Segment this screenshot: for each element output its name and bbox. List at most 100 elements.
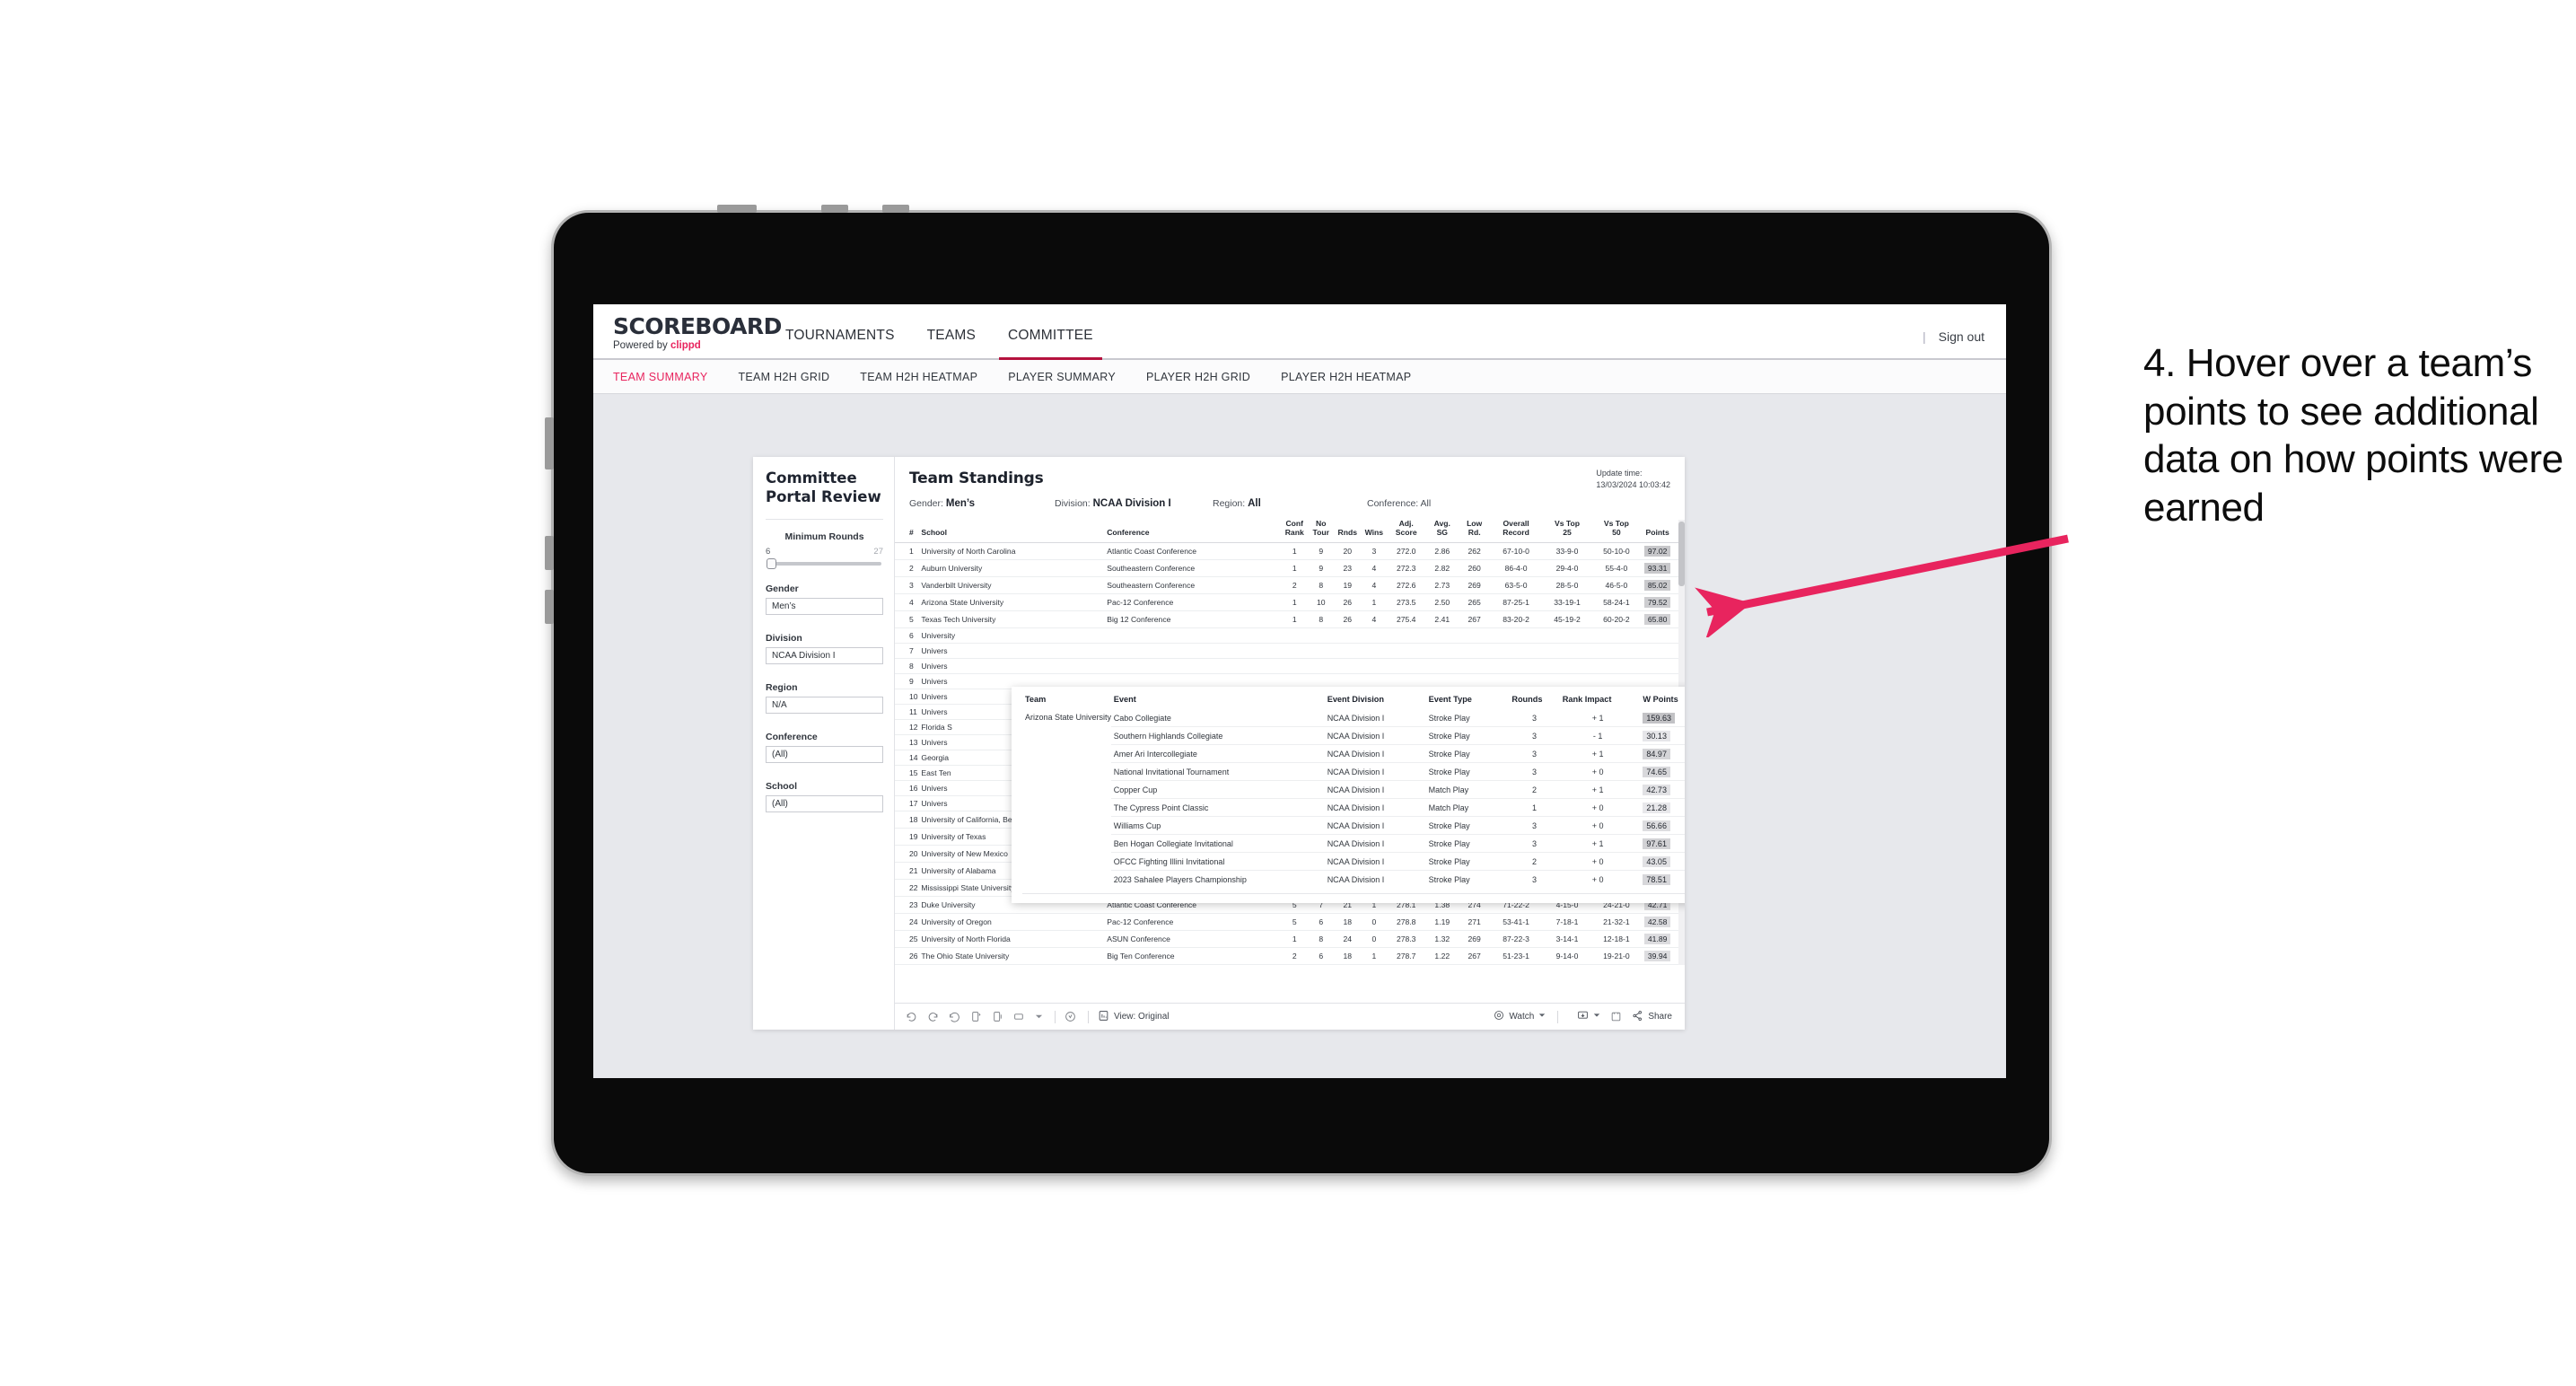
divider <box>766 519 883 521</box>
redo-icon[interactable] <box>927 1011 939 1022</box>
table-row[interactable]: 5 Texas Tech University Big 12 Conference 1… <box>895 610 1685 628</box>
tab-team-h2h-heatmap[interactable]: TEAM H2H HEATMAP <box>845 371 993 383</box>
tab-team-h2h-grid[interactable]: TEAM H2H GRID <box>723 371 845 383</box>
divider <box>1022 893 1685 894</box>
col-header-adj-score[interactable]: Adj. Score <box>1387 519 1425 543</box>
division-select[interactable]: NCAA Division I <box>766 647 883 665</box>
tooltip-cell-rounds: 3 <box>1509 744 1560 763</box>
tooltip-cell-rounds: 2 <box>1509 852 1560 871</box>
col-header-conference[interactable]: Conference <box>1105 520 1282 543</box>
col-header-wins[interactable]: Wins <box>1361 520 1388 543</box>
cell-school: Arizona State University <box>919 593 1106 611</box>
cell-no-tour <box>1308 658 1335 674</box>
volume-down-button[interactable] <box>882 205 909 213</box>
table-row[interactable]: 26 The Ohio State University Big Ten Confe… <box>895 947 1685 965</box>
pause-updates-icon[interactable] <box>992 1011 1003 1022</box>
slider-handle[interactable] <box>767 558 776 570</box>
col-header-vs-top-25[interactable]: Vs Top 25 <box>1542 519 1592 543</box>
view-original-label: View: Original <box>1114 1012 1170 1022</box>
tab-player-summary[interactable]: PLAYER SUMMARY <box>993 371 1131 383</box>
school-select[interactable]: (All) <box>766 795 883 813</box>
revert-icon[interactable] <box>949 1011 960 1022</box>
conference-select[interactable]: (All) <box>766 746 883 764</box>
col-header-conf-rank[interactable]: Conf Rank <box>1281 519 1308 543</box>
cell-record: 87-25-1 <box>1489 593 1543 611</box>
side-button-1[interactable] <box>545 417 554 469</box>
cell-conf: Big 12 Conference <box>1105 610 1282 628</box>
update-time-label: Update time: <box>1596 469 1643 478</box>
device-layout-icon[interactable] <box>1013 1011 1025 1022</box>
nav-item-tournaments[interactable]: TOURNAMENTS <box>769 328 911 358</box>
cell-rank: 26 <box>895 947 920 965</box>
view-original-button[interactable]: View: Original <box>1098 1010 1170 1024</box>
col-header-vs-top-50[interactable]: Vs Top 50 <box>1591 519 1642 543</box>
brand-logo[interactable]: SCOREBOARD Powered by clippd <box>593 315 782 358</box>
table-row[interactable]: 6 University <box>895 627 1685 644</box>
minimum-rounds-filter: Minimum Rounds 6 27 <box>766 531 883 570</box>
slider-min-value: 6 <box>766 547 771 557</box>
tooltip-col-team: Team <box>1025 695 1047 704</box>
tooltip-table: Team Event Event Division Event Type Rou… <box>1022 693 1685 888</box>
tooltip-cell-event: Cabo Collegiate <box>1113 713 1171 723</box>
cell-adj-score <box>1387 658 1425 674</box>
table-row[interactable]: 1 University of North Carolina Atlantic Co… <box>895 542 1685 560</box>
signout-divider: | <box>1922 329 1926 344</box>
cell-conf-rank <box>1281 643 1308 659</box>
cell-rnds <box>1334 643 1362 659</box>
col-header-rnds[interactable]: Rnds <box>1334 520 1362 543</box>
power-button[interactable] <box>717 205 757 213</box>
meta-conference-label: Conference: <box>1367 498 1419 509</box>
table-scrollbar-thumb[interactable] <box>1678 522 1685 586</box>
table-row[interactable]: 8 Univers <box>895 658 1685 674</box>
table-row[interactable]: 2 Auburn University Southeastern Conferenc… <box>895 559 1685 577</box>
table-row[interactable]: 3 Vanderbilt University Southeastern Confe… <box>895 576 1685 594</box>
tooltip-cell-type: Stroke Play <box>1428 713 1470 723</box>
tooltip-cell-impact: + 1 <box>1559 834 1636 853</box>
minimum-rounds-label: Minimum Rounds <box>784 531 864 543</box>
cell-low-rd: 267 <box>1459 610 1490 628</box>
tooltip-cell-type: Stroke Play <box>1425 870 1510 888</box>
volume-up-button[interactable] <box>821 205 848 213</box>
table-row[interactable]: 24 University of Oregon Pac-12 Conference 5… <box>895 913 1685 931</box>
region-select[interactable]: N/A <box>766 697 883 715</box>
minimum-rounds-slider[interactable] <box>767 558 881 570</box>
side-button-3[interactable] <box>545 590 554 624</box>
col-header-school[interactable]: School <box>919 520 1106 543</box>
table-row[interactable]: 7 Univers <box>895 643 1685 659</box>
col-header-no-tour[interactable]: No Tour <box>1308 519 1335 543</box>
watch-button[interactable]: Watch <box>1494 1010 1546 1023</box>
cell-no-tour: 6 <box>1308 947 1335 965</box>
tab-team-summary[interactable]: TEAM SUMMARY <box>613 371 723 383</box>
cell-rank: 20 <box>895 845 920 863</box>
signout-link[interactable]: Sign out <box>1939 329 1985 344</box>
refresh-data-icon[interactable] <box>970 1011 982 1022</box>
col-header-low-rd[interactable]: Low Rd. <box>1459 519 1490 543</box>
col-header-[interactable]: # <box>895 520 920 543</box>
side-button-2[interactable] <box>545 536 554 570</box>
tab-player-h2h-grid[interactable]: PLAYER H2H GRID <box>1131 371 1266 383</box>
gender-select[interactable]: Men’s <box>766 598 883 616</box>
tab-player-h2h-heatmap[interactable]: PLAYER H2H HEATMAP <box>1266 371 1426 383</box>
cell-adj-score: 278.7 <box>1387 947 1425 965</box>
cell-wins: 0 <box>1361 913 1388 931</box>
share-button[interactable]: Share <box>1632 1010 1672 1024</box>
tooltip-cell-w-points: 97.61 <box>1635 834 1685 853</box>
col-header-overall-record[interactable]: Overall Record <box>1489 519 1543 543</box>
nav-item-teams[interactable]: TEAMS <box>911 328 992 358</box>
tooltip-cell-w-points: 74.65 <box>1635 762 1685 781</box>
chevron-down-icon[interactable] <box>1035 1013 1043 1021</box>
tooltip-cell-rounds: 3 <box>1532 713 1538 723</box>
tooltip-cell-w-points: 43.05 <box>1635 852 1685 871</box>
cell-conf: Southeastern Conference <box>1105 559 1282 577</box>
alerts-icon[interactable] <box>1065 1011 1076 1022</box>
table-row[interactable]: 4 Arizona State University Pac-12 Conferen… <box>895 593 1685 611</box>
undo-icon[interactable] <box>906 1011 917 1022</box>
cell-conf: Atlantic Coast Conference <box>1105 542 1282 560</box>
tablet-device: SCOREBOARD Powered by clippd TOURNAMENTS… <box>545 205 2052 1176</box>
table-row[interactable]: 25 University of North Florida ASUN Confer… <box>895 930 1685 948</box>
cell-conf: Pac-12 Conference <box>1105 593 1282 611</box>
download-button[interactable] <box>1577 1010 1600 1024</box>
fullscreen-icon[interactable] <box>1610 1011 1622 1022</box>
col-header-avg-sg[interactable]: Avg. SG <box>1424 519 1459 543</box>
nav-item-committee[interactable]: COMMITTEE <box>992 328 1109 360</box>
